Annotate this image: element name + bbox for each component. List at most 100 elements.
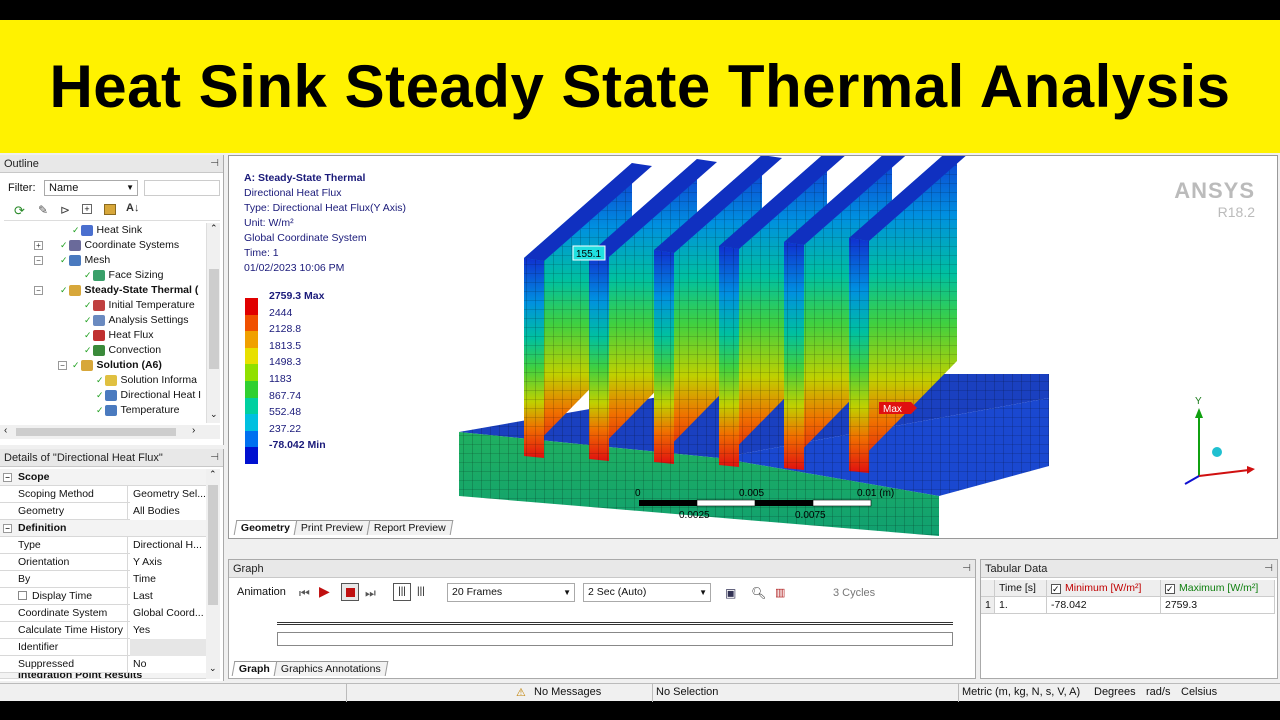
tree-collapse-icon[interactable]: ⊳ — [60, 203, 70, 217]
checkbox[interactable] — [18, 591, 27, 600]
tree-item[interactable]: ✓ Coordinate Systems — [60, 238, 179, 253]
status-messages[interactable]: No Messages — [534, 686, 601, 698]
details-value[interactable]: Yes — [130, 622, 206, 639]
col-header-time[interactable]: Time [s] — [995, 580, 1047, 597]
tree-expander-icon[interactable]: − — [34, 256, 43, 265]
checkbox-icon[interactable]: ✓ — [1051, 584, 1061, 594]
first-frame-icon[interactable]: ⏮ — [299, 586, 315, 602]
tab-print-preview[interactable]: Print Preview — [293, 520, 371, 535]
export-video-icon[interactable]: ▣ — [725, 586, 741, 602]
details-value[interactable]: Last — [130, 588, 206, 605]
timeline-track[interactable] — [277, 622, 953, 625]
tab-report-preview[interactable]: Report Preview — [366, 520, 453, 535]
tree-item[interactable]: ✓ Solution (A6) — [72, 358, 162, 373]
tab-graph[interactable]: Graph — [231, 661, 278, 676]
details-value[interactable] — [130, 639, 206, 656]
tree-item[interactable]: ✓ Solution Informa — [96, 373, 197, 388]
details-value[interactable]: Directional H... — [130, 537, 206, 554]
tab-graphics-annotations[interactable]: Graphics Annotations — [273, 661, 389, 676]
details-section[interactable]: − Scope — [0, 469, 206, 486]
wrench-icon[interactable]: ✎ — [38, 203, 48, 217]
tree-item-label: Mesh — [84, 254, 111, 266]
zoom-icon[interactable]: 🔍︎ — [751, 586, 767, 602]
tree-item[interactable]: ✓ Convection — [84, 343, 161, 358]
timeline-bar[interactable] — [277, 632, 953, 646]
details-key-label: By — [18, 573, 31, 585]
details-value[interactable]: Time — [130, 571, 206, 588]
status-angle[interactable]: Degrees — [1094, 686, 1136, 698]
pin-icon[interactable]: ⊣ — [1264, 560, 1273, 578]
details-section-label: Integration Point Results — [18, 673, 143, 679]
max-annotation[interactable]: Max — [879, 402, 917, 415]
play-icon[interactable]: ▶ — [319, 583, 335, 599]
scroll-thumb[interactable] — [208, 485, 218, 605]
tree-item[interactable]: ✓ Initial Temperature — [84, 298, 195, 313]
message-icon[interactable]: ⚠ — [516, 686, 526, 699]
outline-scrollbar[interactable]: ⌃ ⌄ — [206, 223, 220, 423]
scroll-left-icon[interactable]: ‹ — [4, 425, 7, 436]
status-rate[interactable]: rad/s — [1146, 686, 1170, 698]
probe-annotation[interactable]: 155.1 — [572, 245, 606, 261]
checkbox-icon[interactable]: ✓ — [1165, 584, 1175, 594]
tree-item[interactable]: ✓ Directional Heat I — [96, 388, 201, 403]
section-collapse-icon[interactable]: − — [3, 473, 12, 482]
coordinate-triad[interactable]: Y — [1184, 396, 1255, 485]
heat-sink-model[interactable]: 0 0.005 0.01 (m) 0.0025 0.0075 155.1 Max — [229, 156, 1277, 538]
expand-all-icon[interactable]: + — [82, 204, 92, 214]
scroll-right-icon[interactable]: › — [192, 425, 195, 436]
details-scrollbar[interactable]: ⌃ ⌄ — [206, 469, 220, 679]
tree-item-label: Steady-State Thermal ( — [84, 284, 199, 296]
tree-item[interactable]: ✓ Temperature — [96, 403, 180, 418]
stop-button[interactable] — [341, 583, 359, 601]
last-frame-icon[interactable]: ⏭ — [365, 586, 381, 602]
folder-icon[interactable] — [104, 204, 116, 215]
status-check-icon: ✓ — [60, 240, 68, 250]
col-header-minimum[interactable]: ✓ Minimum [W/m²] — [1047, 580, 1161, 597]
tree-item[interactable]: ✓ Analysis Settings — [84, 313, 189, 328]
scroll-up-icon[interactable]: ⌃ — [210, 223, 218, 234]
tree-item[interactable]: ✓ Heat Sink — [72, 223, 142, 238]
tree-expander-icon[interactable]: + — [34, 241, 43, 250]
details-value[interactable]: No — [130, 656, 206, 673]
details-value[interactable]: Global Coord... — [130, 605, 206, 622]
distributed-frames-icon[interactable]: ||| — [393, 583, 411, 601]
status-check-icon: ✓ — [84, 315, 92, 325]
tree-expander-icon[interactable]: − — [34, 286, 43, 295]
result-sets-icon[interactable]: ||| — [417, 586, 433, 602]
details-value[interactable]: Geometry Sel... — [130, 486, 206, 503]
tree-item[interactable]: ✓ Mesh — [60, 253, 110, 268]
details-section[interactable]: − Definition — [0, 520, 206, 537]
details-value[interactable]: All Bodies — [130, 503, 206, 520]
filter-select[interactable]: Name ▼ — [44, 180, 138, 196]
outline-tree: ✓ Heat Sink + ✓ Coordinate Systems − ✓ Mesh ✓ Fac… — [0, 223, 206, 423]
duration-select[interactable]: 2 Sec (Auto) ▼ — [583, 583, 711, 602]
scroll-up-icon[interactable]: ⌃ — [209, 469, 217, 480]
pin-icon[interactable]: ⊣ — [210, 449, 219, 467]
scroll-down-icon[interactable]: ⌄ — [210, 409, 218, 420]
details-value[interactable]: Y Axis — [130, 554, 206, 571]
details-key: Display Time — [14, 588, 128, 605]
details-section-cut[interactable]: Integration Point Results — [0, 673, 206, 679]
pin-icon[interactable]: ⊣ — [210, 155, 219, 173]
scroll-down-icon[interactable]: ⌄ — [209, 663, 217, 674]
status-temp[interactable]: Celsius — [1181, 686, 1217, 698]
tree-item[interactable]: ✓ Face Sizing — [84, 268, 163, 283]
section-collapse-icon[interactable]: − — [3, 524, 12, 533]
tree-expander-icon[interactable]: − — [58, 361, 67, 370]
graphics-viewport[interactable]: A: Steady-State Thermal Directional Heat … — [228, 155, 1278, 539]
status-units[interactable]: Metric (m, kg, N, s, V, A) — [962, 686, 1080, 698]
sort-az-icon[interactable]: A↓ — [126, 202, 139, 214]
tree-item[interactable]: ✓ Steady-State Thermal ( — [60, 283, 198, 298]
refresh-icon[interactable]: ⟳ — [14, 203, 25, 219]
tab-geometry[interactable]: Geometry — [233, 520, 298, 535]
outline-hscrollbar[interactable]: ‹ › — [0, 425, 220, 439]
scroll-thumb[interactable] — [209, 269, 219, 369]
frames-select[interactable]: 20 Frames ▼ — [447, 583, 575, 602]
col-header-maximum[interactable]: ✓ Maximum [W/m²] — [1161, 580, 1275, 597]
cycles-icon[interactable]: ▥ — [775, 586, 791, 602]
pin-icon[interactable]: ⊣ — [962, 560, 971, 578]
tree-item[interactable]: ✓ Heat Flux — [84, 328, 153, 343]
status-selection: No Selection — [656, 686, 719, 698]
hscroll-thumb[interactable] — [16, 428, 176, 436]
filter-search-input[interactable] — [144, 180, 220, 196]
